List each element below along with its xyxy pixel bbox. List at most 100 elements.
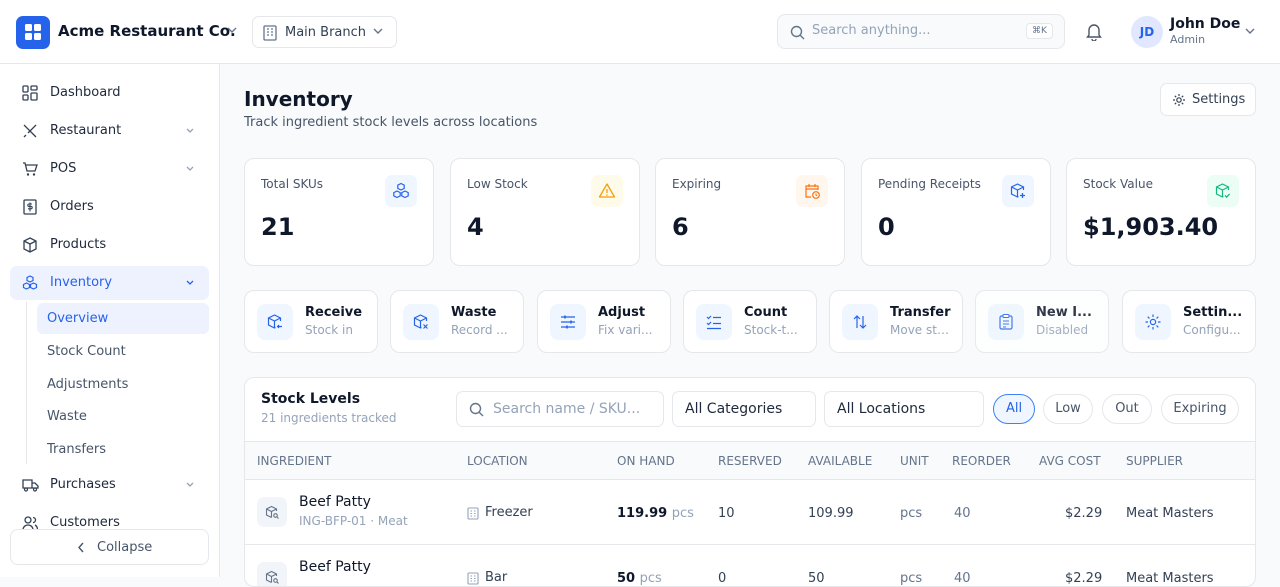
settings-button[interactable]: Settings [1160,83,1256,116]
stock-search-input[interactable] [493,401,657,417]
kpi-label: Low Stock [467,177,528,191]
submenu-item-label: Stock Count [47,344,126,359]
location-name: Bar [485,570,508,585]
filter-out[interactable]: Out [1102,394,1152,424]
filter-all[interactable]: All [993,394,1035,424]
column-header[interactable]: AVG COST [1039,454,1101,468]
package-check-icon [1207,175,1239,207]
on-hand: 50 pcs [617,571,662,586]
bell-icon[interactable] [1085,22,1103,41]
action-subtitle: Stock-t... [744,323,798,337]
branch-selector[interactable]: Main Branch [252,16,397,48]
panel-subtitle: 21 ingredients tracked [261,411,397,425]
user-name[interactable]: John Doe [1170,16,1240,32]
sidebar-item-products[interactable]: Products [10,228,209,262]
avatar[interactable]: JD [1131,16,1163,48]
category-select[interactable]: All Categories [672,391,816,427]
column-header[interactable]: REORDER [952,454,1011,468]
table-row[interactable]: Beef Patty Bar 50 pcs 0 50 pcs 40 $2.29 … [245,545,1255,586]
filter-expiring[interactable]: Expiring [1161,394,1239,424]
action-transfer[interactable]: Transfer Move stock [829,290,963,353]
sidebar-item-dashboard[interactable]: Dashboard [10,76,209,110]
kpi-value: 21 [261,213,295,241]
sidebar-item-restaurant[interactable]: Restaurant [10,114,209,148]
kpi-stock-value: Stock Value $1,903.40 [1066,158,1256,266]
reorder: 40 [954,571,971,586]
sidebar-item-label: Products [50,237,107,252]
submenu-item-overview[interactable]: Overview [37,303,209,334]
action-receive[interactable]: Receive Stock in [244,290,378,353]
action-subtitle: Stock in [305,323,353,337]
action-subtitle: Configu... [1183,323,1241,337]
sidebar-item-label: Restaurant [50,123,122,138]
box-icon [23,237,37,253]
sidebar-item-pos[interactable]: POS [10,152,209,186]
sidebar-item-orders[interactable]: Orders [10,190,209,224]
app-logo-icon[interactable] [16,16,50,49]
submenu-item-adjustments[interactable]: Adjustments [37,369,209,400]
unit: pcs [900,571,923,586]
kpi-value: $1,903.40 [1083,213,1219,241]
collapse-label: Collapse [97,540,153,555]
arrows-updown-icon [842,304,878,340]
gear-icon [1135,304,1171,340]
action-subtitle: Record ... [451,323,508,337]
action-settings[interactable]: Settin... Configu... [1122,290,1256,353]
boxes-icon [385,175,417,207]
submenu-item-waste[interactable]: Waste [37,401,209,432]
building-icon [467,572,479,585]
search-icon [469,402,484,417]
top-bar: Acme Restaurant Co. Main Branch ⌘K JD Jo… [0,0,1280,64]
global-search[interactable]: ⌘K [777,14,1065,49]
action-new-item[interactable]: New I... Disabled [975,290,1109,353]
column-header[interactable]: UNIT [900,454,929,468]
global-search-input[interactable] [812,23,1012,38]
table-header: INGREDIENT LOCATION ON HAND RESERVED AVA… [245,441,1255,480]
company-name[interactable]: Acme Restaurant Co. [58,22,236,40]
sidebar-item-label: Orders [50,199,94,214]
action-count[interactable]: Count Stock-t... [683,290,817,353]
kpi-value: 0 [878,213,895,241]
calendar-clock-icon [796,175,828,207]
action-adjust[interactable]: Adjust Fix vari... [537,290,671,353]
ingredient-name: Beef Patty [299,494,371,510]
column-header[interactable]: SUPPLIER [1126,454,1183,468]
sidebar-item-inventory[interactable]: Inventory [10,266,209,300]
user-role: Admin [1170,33,1206,46]
avg-cost: $2.29 [1065,571,1103,586]
sidebar: Dashboard Restaurant POS Orders Products… [0,64,220,577]
chevron-left-icon [78,542,84,553]
collapse-button[interactable]: Collapse [10,529,209,565]
location-select[interactable]: All Locations [824,391,984,427]
ingredient-sku: ING-BFP-01 · Meat [299,514,408,528]
gear-icon [1173,94,1185,106]
table-row[interactable]: Beef Patty ING-BFP-01 · Meat Freezer 119… [245,480,1255,545]
sidebar-item-label: Purchases [50,477,116,492]
filter-low[interactable]: Low [1043,394,1093,424]
sidebar-item-label: Customers [50,515,120,530]
package-plus-icon [1002,175,1034,207]
chevron-down-icon[interactable] [227,26,237,34]
column-header[interactable]: AVAILABLE [808,454,872,468]
receipt-icon [23,199,37,215]
kpi-pending-receipts: Pending Receipts 0 [861,158,1051,266]
column-header[interactable]: LOCATION [467,454,528,468]
column-header[interactable]: RESERVED [718,454,782,468]
sidebar-item-purchases[interactable]: Purchases [10,468,209,502]
chevron-down-icon [373,28,383,34]
panel-title: Stock Levels [261,391,361,407]
warning-icon [591,175,623,207]
kpi-expiring: Expiring 6 [655,158,845,266]
search-shortcut: ⌘K [1026,23,1053,39]
chevron-down-icon[interactable] [1245,27,1255,35]
action-title: Adjust [598,305,646,320]
submenu-item-transfers[interactable]: Transfers [37,434,209,465]
action-waste[interactable]: Waste Record ... [390,290,524,353]
column-header[interactable]: ON HAND [617,454,675,468]
on-hand-unit: pcs [671,506,694,521]
supplier: Meat Masters [1126,506,1214,521]
chevron-down-icon [186,482,194,487]
stock-search[interactable] [456,391,664,427]
submenu-item-stock-count[interactable]: Stock Count [37,336,209,367]
column-header[interactable]: INGREDIENT [257,454,331,468]
